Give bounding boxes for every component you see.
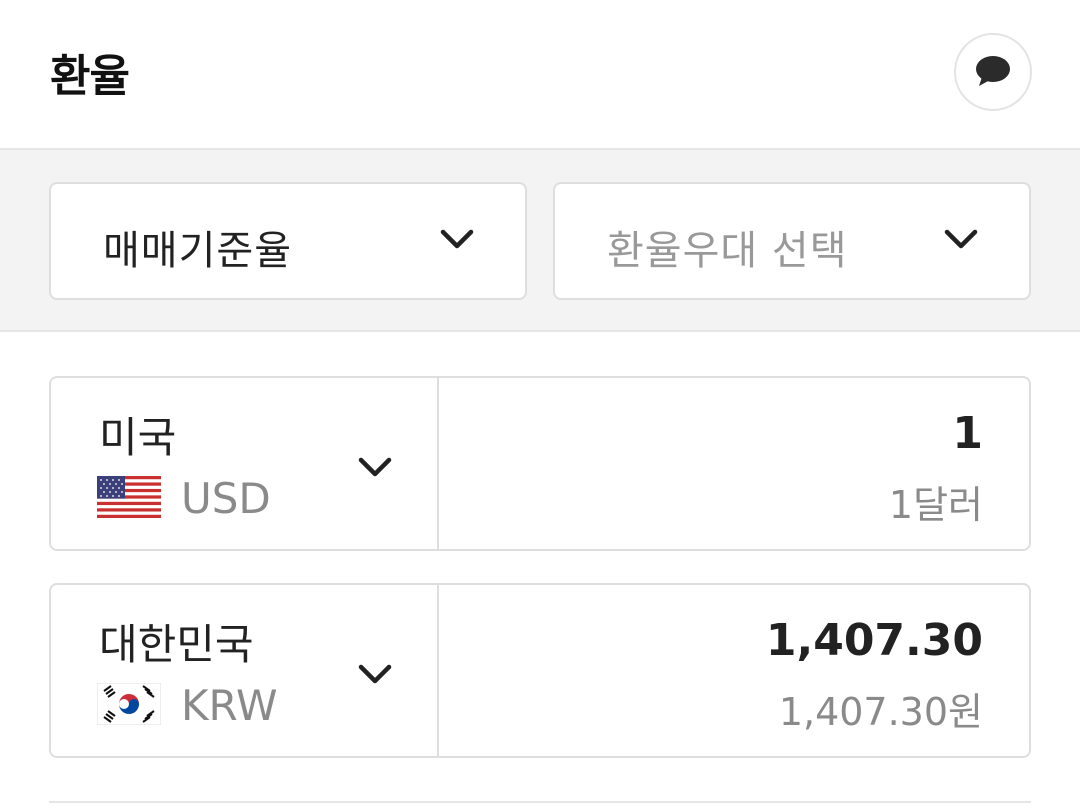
rate-type-select[interactable]: 매매기준율 bbox=[49, 182, 527, 300]
page-title: 환율 bbox=[50, 51, 130, 102]
chevron-down-icon bbox=[358, 457, 392, 477]
us-flag-icon bbox=[97, 476, 161, 518]
chevron-down-icon bbox=[944, 229, 978, 249]
section-divider bbox=[49, 801, 1031, 803]
amount-value: 1 bbox=[952, 408, 983, 459]
preferential-rate-select[interactable]: 환율우대 선택 bbox=[553, 182, 1031, 300]
currency-row-usd: 미국 USD 1 1달러 bbox=[49, 376, 1031, 551]
currency-row-krw: 대한민국 KRW 1,407.30 1,407.30원 bbox=[49, 583, 1031, 758]
filter-bar: 매매기준율 환율우대 선택 bbox=[0, 148, 1080, 332]
speech-bubble-icon bbox=[976, 56, 1010, 86]
currency-code: KRW bbox=[181, 681, 278, 730]
rate-type-value: 매매기준율 bbox=[103, 228, 292, 274]
chevron-down-icon bbox=[440, 229, 474, 249]
currency-code: USD bbox=[181, 474, 271, 523]
country-name: 대한민국 bbox=[99, 620, 254, 669]
amount-text: 1달러 bbox=[888, 483, 983, 527]
amount-value: 1,407.30 bbox=[765, 615, 983, 666]
preferential-rate-placeholder: 환율우대 선택 bbox=[607, 228, 848, 274]
chevron-down-icon bbox=[358, 664, 392, 684]
chat-button[interactable] bbox=[954, 33, 1032, 111]
kr-flag-icon bbox=[97, 683, 161, 725]
divider bbox=[437, 585, 439, 756]
divider bbox=[437, 378, 439, 549]
country-name: 미국 bbox=[99, 413, 177, 462]
header: 환율 bbox=[0, 0, 1080, 148]
amount-text: 1,407.30원 bbox=[778, 690, 983, 734]
